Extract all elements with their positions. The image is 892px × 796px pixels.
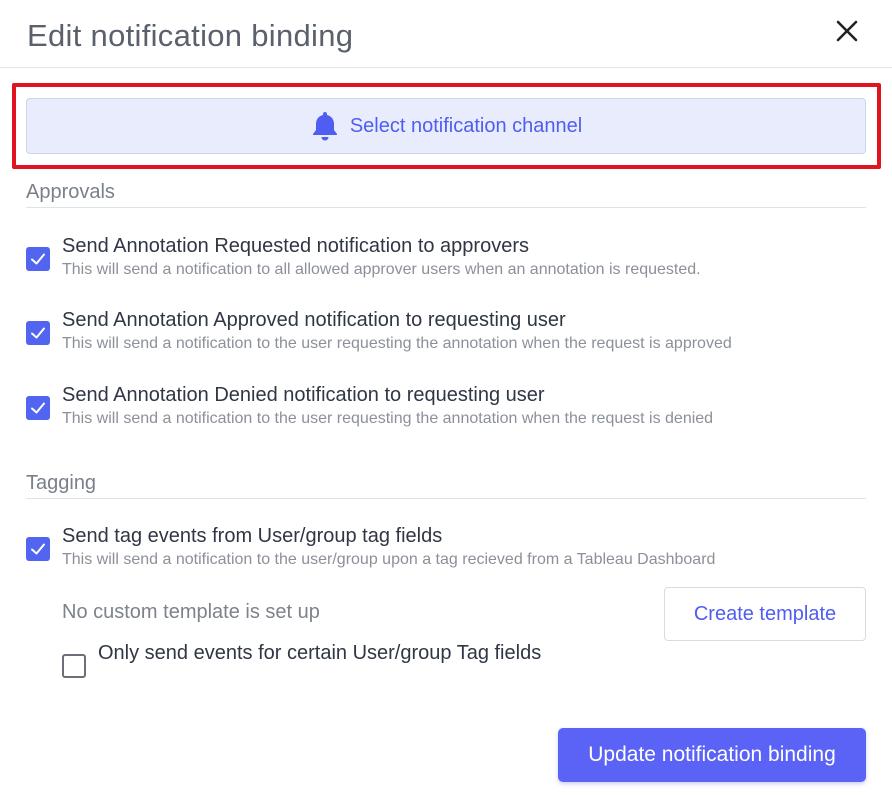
update-button-label: Update notification binding xyxy=(588,743,836,766)
tag-events-title: Send tag events from User/group tag fiel… xyxy=(62,525,443,547)
close-button[interactable] xyxy=(832,16,864,48)
tagging-divider xyxy=(26,498,866,499)
approval-requested-description: This will send a notification to all all… xyxy=(62,261,701,278)
approval-denied-checkbox[interactable] xyxy=(26,396,50,420)
approvals-section-title: Approvals xyxy=(26,181,115,203)
dialog-title: Edit notification binding xyxy=(27,18,354,53)
approval-approved-description: This will send a notification to the use… xyxy=(62,335,732,352)
no-template-text: No custom template is set up xyxy=(62,601,320,623)
select-channel-label: Select notification channel xyxy=(349,114,583,137)
approval-requested-title: Send Annotation Requested notification t… xyxy=(62,235,529,257)
approval-approved-title: Send Annotation Approved notification to… xyxy=(62,309,566,331)
tag-events-checkbox[interactable] xyxy=(26,537,50,561)
approval-denied-description: This will send a notification to the use… xyxy=(62,410,714,427)
approvals-divider xyxy=(26,207,866,208)
checkmark-icon xyxy=(31,543,45,555)
notification-binding-dialog: Edit notification binding Select notific… xyxy=(0,0,892,796)
tagging-section-title: Tagging xyxy=(26,472,97,494)
dialog-header: Edit notification binding xyxy=(0,0,892,68)
bell-icon xyxy=(312,112,337,141)
update-notification-binding-button[interactable]: Update notification binding xyxy=(558,728,866,782)
close-icon xyxy=(836,20,858,42)
checkmark-icon xyxy=(31,327,45,339)
tag-filter-label: Only send events for certain User/group … xyxy=(98,642,542,664)
tag-events-description: This will send a notification to the use… xyxy=(62,551,716,568)
create-template-label: Create template xyxy=(693,602,837,625)
approval-denied-title: Send Annotation Denied notification to r… xyxy=(62,384,545,406)
approval-approved-checkbox[interactable] xyxy=(26,321,50,345)
approval-requested-checkbox[interactable] xyxy=(26,247,50,271)
select-notification-channel-button[interactable]: Select notification channel xyxy=(26,98,866,154)
tag-filter-checkbox[interactable] xyxy=(62,654,86,678)
checkmark-icon xyxy=(31,253,45,265)
create-template-button[interactable]: Create template xyxy=(664,587,866,641)
checkmark-icon xyxy=(31,402,45,414)
